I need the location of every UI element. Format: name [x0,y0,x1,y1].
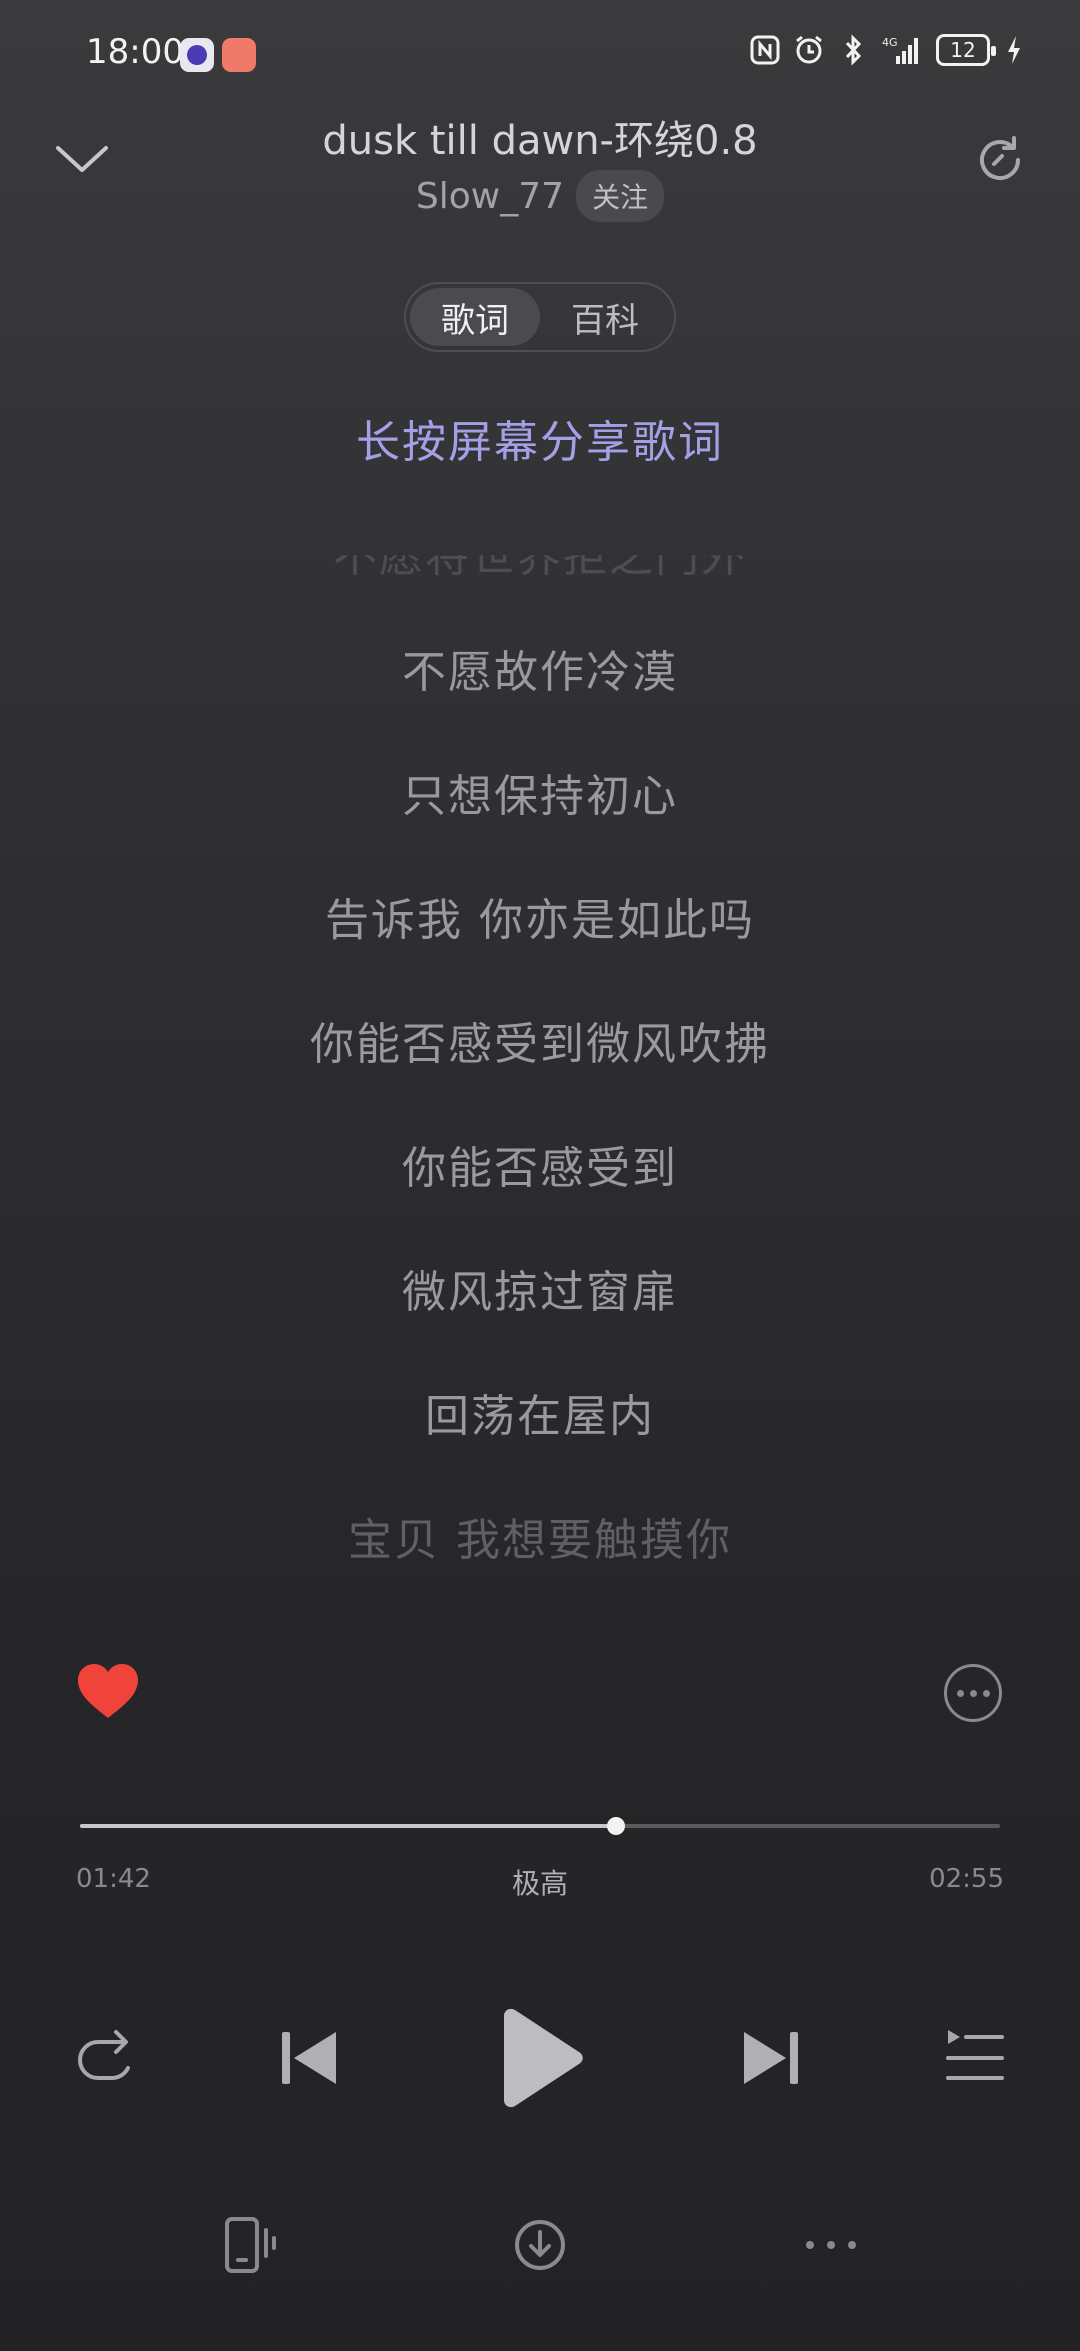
signal-icon: 4G [882,36,918,64]
alarm-icon [796,35,822,64]
dot [827,2241,835,2249]
status-bar: 18:00 4G 12 [0,0,1080,110]
progress-thumb[interactable] [607,1817,626,1835]
tab-encyclopedia[interactable]: 百科 [540,288,670,346]
download-icon[interactable] [514,2218,566,2272]
repeat-icon[interactable] [72,2024,138,2090]
skip-next-icon[interactable] [742,2028,800,2088]
svg-text:4G: 4G [882,36,898,49]
dot [956,1689,964,1697]
song-title: dusk till dawn-环绕0.8 [322,118,758,164]
player-screen: 18:00 4G 12 dusk till dawn-环绕0.8 Slow_77… [0,0,1080,2351]
charging-icon [1008,36,1020,64]
more-dots-icon[interactable] [806,2238,856,2252]
refresh-icon[interactable] [970,130,1030,190]
dot [806,2241,814,2249]
status-icons: 4G 12 [750,34,1024,66]
share-lyrics-hint: 长按屏幕分享歌词 [356,417,724,468]
lyric-line[interactable]: 微风掠过窗扉 [0,1256,1080,1320]
notification-app-icon [180,38,214,72]
playlist-icon[interactable] [944,2028,1004,2084]
more-circle-icon[interactable] [944,1664,1002,1722]
device-switch-icon[interactable] [224,2216,278,2274]
progress-bar[interactable] [80,1817,1000,1835]
lyric-line[interactable]: 你能否感受到微风吹拂 [0,1008,1080,1072]
shopping-app-icon [222,38,256,72]
lyric-line[interactable]: 不愿故作冷漠 [0,636,1080,700]
battery-indicator: 12 [936,34,996,66]
artist-row: Slow_77 关注 [0,170,1080,222]
lyric-line[interactable]: 不愿将世界拒之门外 [0,555,1080,584]
play-icon[interactable] [496,2008,586,2108]
lyric-line[interactable]: 回荡在屋内 [0,1380,1080,1444]
total-time: 02:55 [929,1864,1004,1894]
audio-quality-button[interactable]: 极高 [0,1862,1080,1902]
tab-switcher: 歌词 百科 [404,282,676,352]
dot [982,1689,990,1697]
lyric-line[interactable]: 宝贝 我想要触摸你 [0,1504,1080,1568]
dot [969,1689,977,1697]
follow-button[interactable]: 关注 [576,170,665,222]
lyric-line[interactable]: 告诉我 你亦是如此吗 [0,884,1080,948]
lyric-line[interactable]: 只想保持初心 [0,760,1080,824]
bluetooth-icon [845,34,862,66]
status-time: 18:00 [86,32,184,72]
progress-fill [80,1824,617,1828]
dot [848,2241,856,2249]
heart-icon[interactable] [76,1662,140,1722]
tab-lyrics[interactable]: 歌词 [410,288,540,346]
skip-previous-icon[interactable] [280,2028,338,2088]
nfc-icon [750,35,780,65]
artist-name[interactable]: Slow_77 [416,176,564,217]
lyric-line[interactable]: 你能否感受到 [0,1132,1080,1196]
